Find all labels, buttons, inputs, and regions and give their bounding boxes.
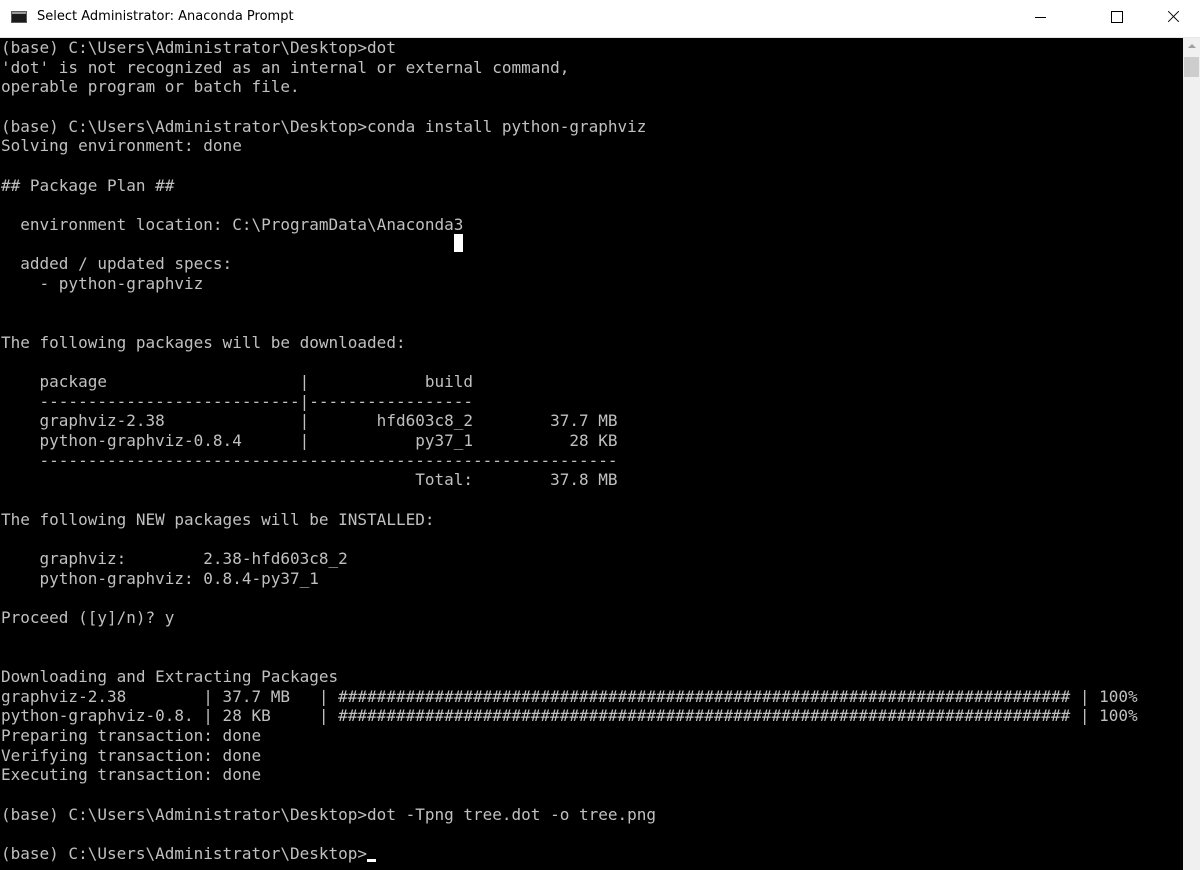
maximize-icon xyxy=(1111,11,1123,23)
console-output[interactable]: (base) C:\Users\Administrator\Desktop>do… xyxy=(0,38,1183,870)
console-line: Proceed ([y]/n)? y xyxy=(1,608,175,628)
minimize-button[interactable] xyxy=(1017,0,1063,37)
console-line: Total: 37.8 MB xyxy=(1,470,618,490)
console-line: graphviz: 2.38-hfd603c8_2 xyxy=(1,549,348,569)
console-icon xyxy=(11,11,27,23)
console-line: operable program or batch file. xyxy=(1,77,300,97)
mouse-text-cursor xyxy=(454,234,463,252)
close-button[interactable] xyxy=(1150,0,1196,37)
console-line: Verifying transaction: done xyxy=(1,745,262,765)
console-line: graphviz-2.38 | hfd603c8_2 37.7 MB xyxy=(1,411,618,431)
console-line: Executing transaction: done xyxy=(1,765,262,785)
console-line: ----------------------------------------… xyxy=(1,450,618,470)
console-line: (base) C:\Users\Administrator\Desktop>do… xyxy=(1,804,657,824)
console-line: graphviz-2.38 | 37.7 MB | ##############… xyxy=(1,686,1138,706)
console-line: ## Package Plan ## xyxy=(1,175,175,195)
console-line: added / updated specs: xyxy=(1,254,233,274)
minimize-icon xyxy=(1035,17,1046,18)
text-cursor xyxy=(367,858,377,862)
window-title: Select Administrator: Anaconda Prompt xyxy=(37,9,294,24)
console-line: (base) C:\Users\Administrator\Desktop>do… xyxy=(1,38,396,57)
console-line: python-graphviz: 0.8.4-py37_1 xyxy=(1,568,319,588)
console-line: Downloading and Extracting Packages xyxy=(1,667,339,686)
console-line: The following NEW packages will be INSTA… xyxy=(1,509,435,529)
console-line: - python-graphviz xyxy=(1,273,204,293)
scroll-thumb[interactable] xyxy=(1184,57,1199,77)
console-text: (base) C:\Users\Administrator\Desktop>do… xyxy=(0,38,1183,864)
maximize-button[interactable] xyxy=(1094,0,1140,37)
console-line: environment location: C:\ProgramData\Ana… xyxy=(1,214,464,234)
console-line: 'dot' is not recognized as an internal o… xyxy=(1,57,570,77)
console-line: python-graphviz-0.8.4 | py37_1 28 KB xyxy=(1,431,618,451)
console-line: Preparing transaction: done xyxy=(1,725,262,745)
close-icon xyxy=(1167,10,1180,23)
console-window: Select Administrator: Anaconda Prompt (b… xyxy=(0,0,1200,870)
console-line: (base) C:\Users\Administrator\Desktop>co… xyxy=(1,116,647,136)
vertical-scrollbar[interactable] xyxy=(1183,38,1200,870)
scroll-up-arrow-icon[interactable] xyxy=(1183,38,1200,55)
console-line: Solving environment: done xyxy=(1,136,242,156)
console-line: (base) C:\Users\Administrator\Desktop> xyxy=(1,844,1183,864)
title-bar[interactable]: Select Administrator: Anaconda Prompt xyxy=(0,0,1200,38)
console-line: package | build xyxy=(1,372,474,392)
console-line: The following packages will be downloade… xyxy=(1,332,406,352)
console-line: python-graphviz-0.8. | 28 KB | #########… xyxy=(1,706,1138,726)
console-line: ---------------------------|------------… xyxy=(1,391,474,411)
